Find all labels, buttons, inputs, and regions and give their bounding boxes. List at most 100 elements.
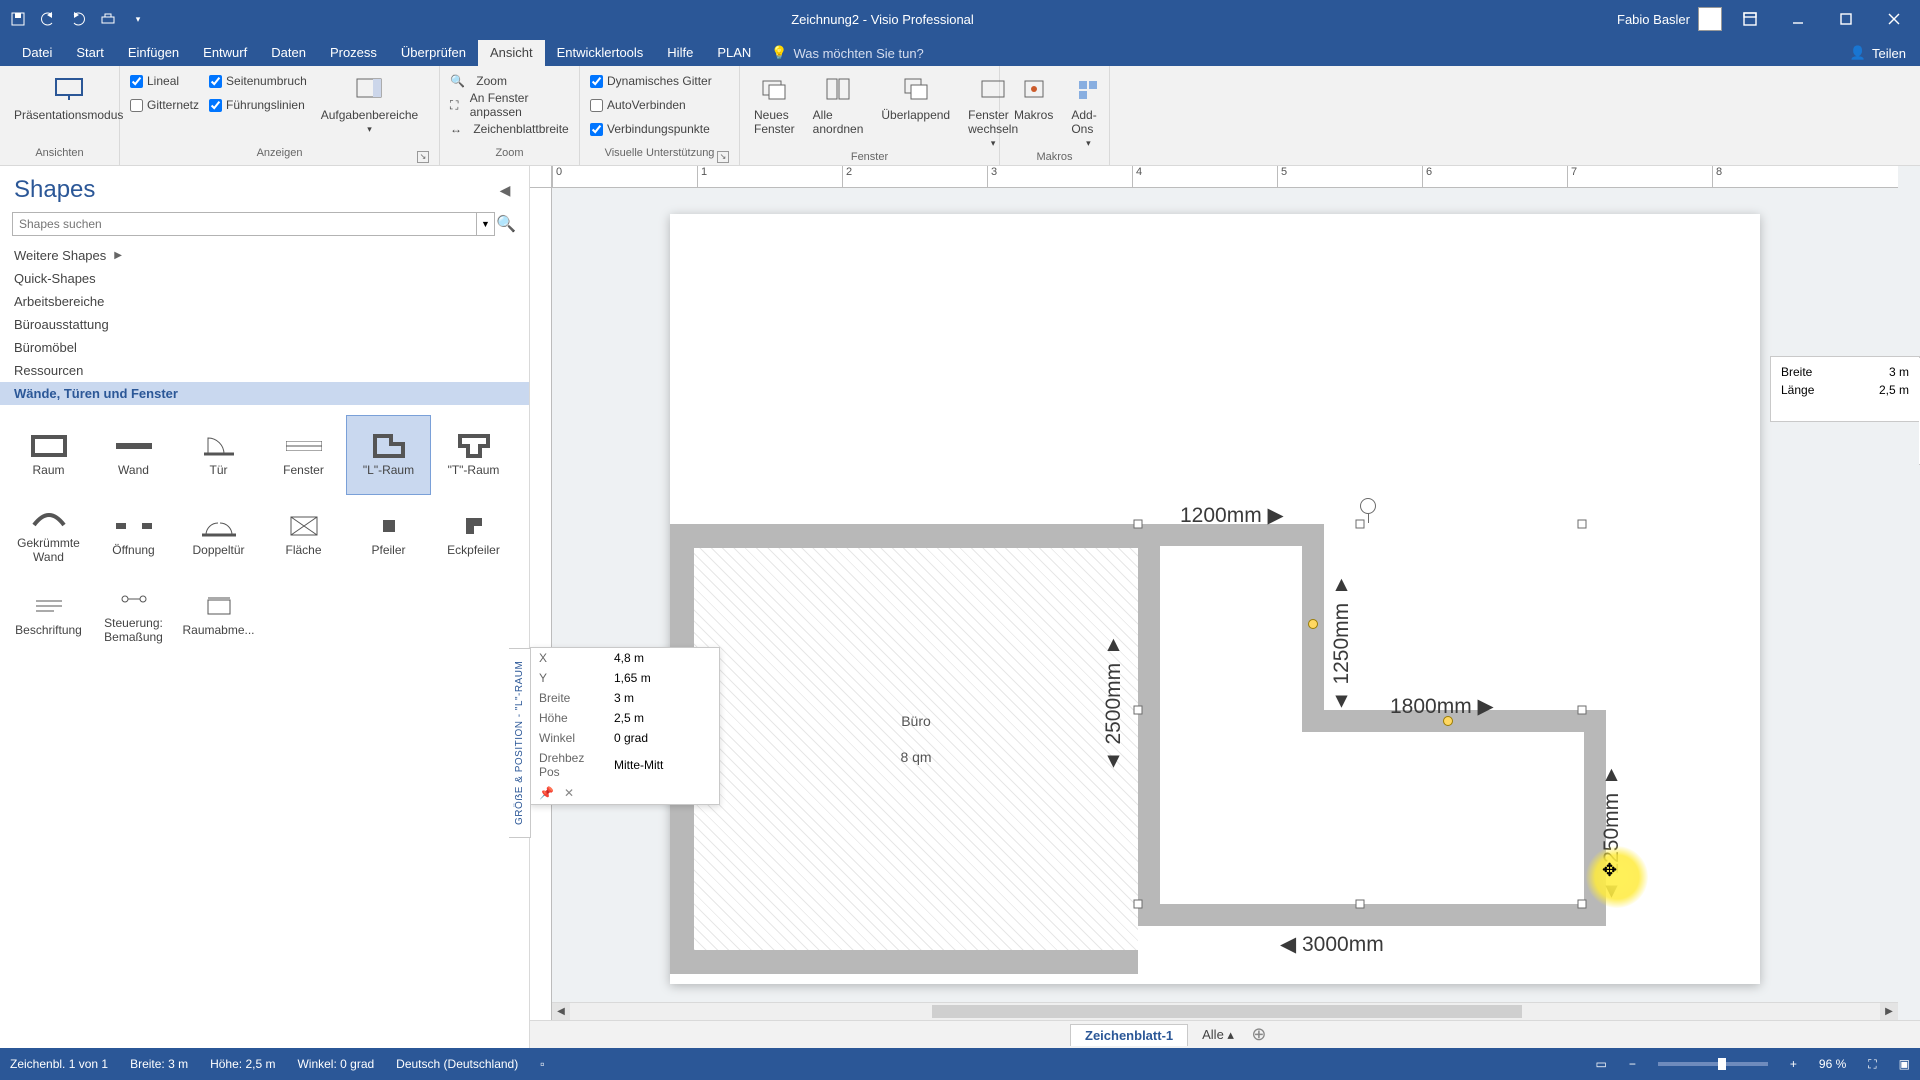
shape-t-raum[interactable]: "T"-Raum [431, 415, 516, 495]
tab-datei[interactable]: Datei [10, 40, 64, 66]
fit-window-button[interactable]: ⛶ An Fenster anpassen [450, 94, 569, 116]
chk-dynamic-grid[interactable]: Dynamisches Gitter [590, 70, 712, 92]
user-name[interactable]: Fabio Basler [1617, 12, 1690, 27]
fit-page-icon[interactable]: ⛶ [1868, 1057, 1876, 1072]
shape-beschriftung[interactable]: Beschriftung [6, 575, 91, 655]
dialog-launcher-icon[interactable]: ↘ [417, 151, 429, 163]
resize-handle[interactable] [1134, 900, 1143, 909]
tab-prozess[interactable]: Prozess [318, 40, 389, 66]
macros-button[interactable]: Makros [1010, 70, 1057, 124]
cat-bueromoebel[interactable]: Büromöbel [0, 336, 529, 359]
ribbon-display-options-icon[interactable] [1730, 0, 1770, 38]
size-position-panel[interactable]: GRÖẞE & POSITION - "L"-RAUM X4,8 m Y1,65… [530, 647, 720, 805]
shape-pfeiler[interactable]: Pfeiler [346, 495, 431, 575]
zoom-slider[interactable] [1658, 1062, 1768, 1066]
cat-arbeitsbereiche[interactable]: Arbeitsbereiche [0, 290, 529, 313]
resize-handle[interactable] [1134, 706, 1143, 715]
tab-start[interactable]: Start [64, 40, 115, 66]
zoom-button[interactable]: 🔍 Zoom [450, 70, 569, 92]
canvas[interactable]: 0 1 2 3 4 5 6 7 8 Büro 8 qm [530, 166, 1920, 1048]
rotation-handle-icon[interactable] [1360, 498, 1376, 514]
shape-raumabmessung[interactable]: Raumabme... [176, 575, 261, 655]
chk-fuehrungslinien[interactable]: Führungslinien [209, 94, 307, 116]
tab-entwurf[interactable]: Entwurf [191, 40, 259, 66]
tab-hilfe[interactable]: Hilfe [655, 40, 705, 66]
maximize-icon[interactable] [1826, 0, 1866, 38]
scroll-left-icon[interactable]: ◀ [552, 1003, 570, 1020]
tab-einfuegen[interactable]: Einfügen [116, 40, 191, 66]
chk-autoconnect[interactable]: AutoVerbinden [590, 94, 712, 116]
close-panel-icon[interactable]: ✕ [564, 786, 574, 800]
close-icon[interactable] [1874, 0, 1914, 38]
page-width-button[interactable]: ↔ Zeichenblattbreite [450, 118, 569, 140]
view-normal-icon[interactable]: ▭ [1596, 1057, 1607, 1071]
control-handle[interactable] [1308, 619, 1318, 629]
shapes-search-input[interactable] [12, 212, 477, 236]
minimize-icon[interactable] [1778, 0, 1818, 38]
scroll-right-icon[interactable]: ▶ [1880, 1003, 1898, 1020]
save-icon[interactable] [8, 9, 28, 29]
tab-daten[interactable]: Daten [259, 40, 318, 66]
shape-fenster[interactable]: Fenster [261, 415, 346, 495]
shape-l-raum[interactable]: "L"-Raum [346, 415, 431, 495]
l-room-shape[interactable] [1138, 524, 1606, 926]
addons-button[interactable]: Add-Ons ▾ [1067, 70, 1109, 151]
cat-bueroausstattung[interactable]: Büroausstattung [0, 313, 529, 336]
full-screen-icon[interactable]: ▣ [1899, 1057, 1910, 1071]
search-icon[interactable]: 🔍 [495, 212, 517, 236]
shape-eckpfeiler[interactable]: Eckpfeiler [431, 495, 516, 575]
cat-more-shapes[interactable]: Weitere Shapes▶ [0, 244, 529, 267]
user-avatar[interactable] [1698, 7, 1722, 31]
chk-connection-points[interactable]: Verbindungspunkte [590, 118, 712, 140]
shape-double-door[interactable]: Doppeltür [176, 495, 261, 575]
tellme-search[interactable]: 💡 Was möchten Sie tun? [771, 45, 924, 66]
dialog-launcher-icon[interactable]: ↘ [717, 151, 729, 163]
shape-raum[interactable]: Raum [6, 415, 91, 495]
chk-seitenumbruch[interactable]: Seitenumbruch [209, 70, 307, 92]
shape-wand[interactable]: Wand [91, 415, 176, 495]
sheet-tab-1[interactable]: Zeichenblatt-1 [1070, 1024, 1188, 1046]
zoom-in-icon[interactable]: + [1790, 1057, 1797, 1071]
cat-ressourcen[interactable]: Ressourcen [0, 359, 529, 382]
room-buero[interactable]: Büro 8 qm [670, 524, 1138, 974]
shape-tuer[interactable]: Tür [176, 415, 261, 495]
share-button[interactable]: 👤 Teilen [1836, 45, 1920, 66]
shape-flaeche[interactable]: Fläche [261, 495, 346, 575]
undo-icon[interactable] [38, 9, 58, 29]
add-sheet-button[interactable]: ⊕ [1248, 1024, 1270, 1046]
macro-record-icon[interactable]: ▫ [540, 1057, 544, 1071]
pin-icon[interactable]: 📌 [539, 786, 554, 800]
drawing-page[interactable]: Büro 8 qm [670, 214, 1760, 984]
shape-opening[interactable]: Öffnung [91, 495, 176, 575]
zoom-level[interactable]: 96 % [1819, 1057, 1846, 1071]
collapse-shapes-icon[interactable]: ◀ [495, 182, 515, 199]
resize-handle[interactable] [1134, 520, 1143, 529]
cat-quick-shapes[interactable]: Quick-Shapes [0, 267, 529, 290]
task-panes-button[interactable]: Aufgabenbereiche ▾ [317, 70, 422, 137]
status-language[interactable]: Deutsch (Deutschland) [396, 1057, 518, 1071]
presentation-mode-button[interactable]: Präsentationsmodus [10, 70, 127, 124]
tab-ansicht[interactable]: Ansicht [478, 40, 545, 66]
shape-steuerung-bemassung[interactable]: Steuerung: Bemaßung [91, 575, 176, 655]
redo-icon[interactable] [68, 9, 88, 29]
new-window-button[interactable]: Neues Fenster [750, 70, 799, 138]
tab-ueberpruefen[interactable]: Überprüfen [389, 40, 478, 66]
qat-customize-icon[interactable]: ▾ [128, 9, 148, 29]
arrange-all-button[interactable]: Alle anordnen [809, 70, 868, 138]
chk-lineal[interactable]: Lineal [130, 70, 199, 92]
tab-entwicklertools[interactable]: Entwicklertools [545, 40, 656, 66]
zoom-out-icon[interactable]: − [1629, 1057, 1636, 1071]
resize-handle[interactable] [1578, 520, 1587, 529]
horizontal-scrollbar[interactable]: ◀ ▶ [552, 1002, 1898, 1020]
resize-handle[interactable] [1356, 900, 1365, 909]
scroll-thumb[interactable] [932, 1005, 1522, 1018]
sheet-all[interactable]: Alle ▴ [1192, 1024, 1244, 1046]
cat-waende-tueren-fenster[interactable]: Wände, Türen und Fenster [0, 382, 529, 405]
resize-handle[interactable] [1578, 900, 1587, 909]
search-dropdown-icon[interactable]: ▼ [477, 212, 495, 236]
print-icon[interactable] [98, 9, 118, 29]
chk-gitternetz[interactable]: Gitternetz [130, 94, 199, 116]
shape-curved-wall[interactable]: Gekrümmte Wand [6, 495, 91, 575]
resize-handle[interactable] [1578, 706, 1587, 715]
cascade-button[interactable]: Überlappend [877, 70, 954, 124]
